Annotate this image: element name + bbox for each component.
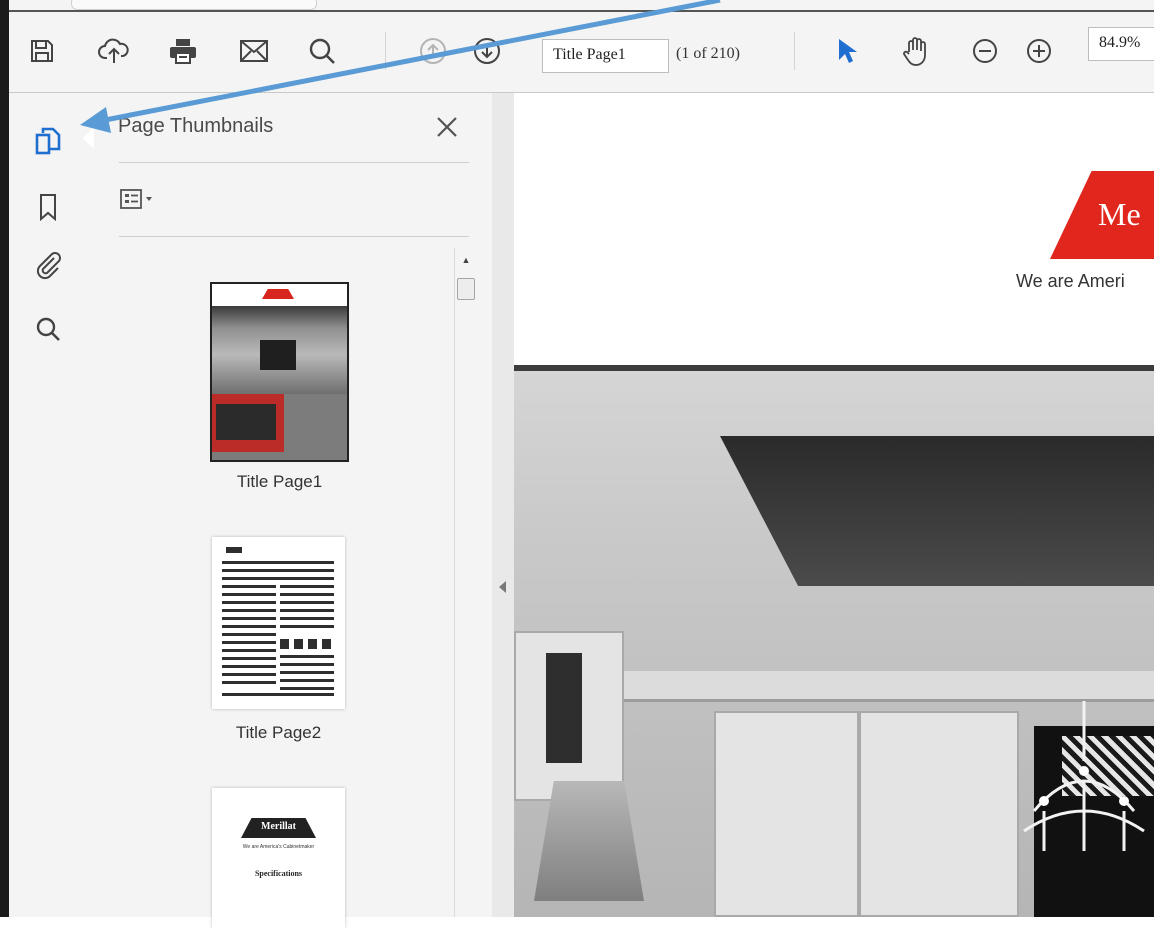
certification-icons xyxy=(280,639,334,649)
text-line xyxy=(280,585,334,588)
text-line xyxy=(222,681,276,684)
text-line xyxy=(280,671,334,674)
close-icon[interactable] xyxy=(430,110,464,144)
zoom-out-icon[interactable] xyxy=(966,32,1004,70)
text-line xyxy=(222,673,276,676)
page-thumbnail-3[interactable]: Merillat We are America's Cabinetmaker S… xyxy=(212,788,345,928)
coffered-ceiling xyxy=(720,436,1154,586)
email-icon[interactable] xyxy=(235,32,273,70)
chandelier xyxy=(1023,701,1145,851)
page-thumbnail-1[interactable] xyxy=(210,282,349,462)
window-edge xyxy=(0,0,9,917)
hand-tool-icon[interactable] xyxy=(897,32,935,70)
print-icon[interactable] xyxy=(164,32,202,70)
text-line xyxy=(222,593,276,596)
text-line xyxy=(280,593,334,596)
search-icon[interactable] xyxy=(303,32,341,70)
navigation-rail xyxy=(9,93,97,917)
text-line xyxy=(222,601,276,604)
next-page-icon[interactable] xyxy=(468,32,506,70)
page-number-input[interactable]: Title Page1 xyxy=(542,39,669,73)
text-line xyxy=(226,547,242,553)
text-line xyxy=(222,577,334,580)
thumbnail-scrollbar[interactable]: ▲ xyxy=(454,248,477,917)
divider xyxy=(119,162,469,163)
toolbar-separator xyxy=(794,32,795,70)
thumbnail-doorway xyxy=(260,340,296,370)
search-icon[interactable] xyxy=(28,309,68,349)
brand-logo-text: Me xyxy=(1098,196,1141,232)
text-line xyxy=(222,585,276,588)
page-heading: Specifications xyxy=(254,869,303,878)
attachment-icon[interactable] xyxy=(28,245,68,285)
upload-icon[interactable] xyxy=(95,32,133,70)
pantry-cabinet xyxy=(714,711,859,917)
text-line xyxy=(280,609,334,612)
previous-page-icon[interactable] xyxy=(414,32,452,70)
text-line xyxy=(280,617,334,620)
text-line xyxy=(222,649,276,652)
thumbnail-label: Title Page2 xyxy=(235,723,322,742)
divider xyxy=(119,236,469,237)
text-line xyxy=(280,687,334,690)
collapse-panel-arrow[interactable] xyxy=(499,581,506,593)
text-line xyxy=(222,633,276,636)
text-line xyxy=(222,657,276,660)
document-view[interactable]: Me We are Ameri xyxy=(514,93,1154,917)
text-line xyxy=(280,655,334,658)
toolbar: Title Page1 (1 of 210) xyxy=(9,12,1154,93)
thumbnail-title-box xyxy=(216,404,276,440)
text-line xyxy=(222,617,276,620)
text-line xyxy=(222,561,334,564)
page-thumbnails-panel: Page Thumbnails Title Page1 Title Page2 … xyxy=(97,93,492,928)
thumbnail-label: Title Page1 xyxy=(236,472,323,491)
pantry-cabinet xyxy=(859,711,1019,917)
kitchen-photo xyxy=(514,371,1154,917)
scroll-up-arrow[interactable]: ▲ xyxy=(455,248,477,272)
panel-splitter[interactable] xyxy=(492,93,514,917)
text-line xyxy=(222,569,334,572)
text-line xyxy=(222,665,276,668)
page-thumbnail-2[interactable] xyxy=(212,537,345,709)
thumbnail-options-button[interactable] xyxy=(119,185,175,215)
upper-cabinet xyxy=(514,631,624,801)
select-tool-icon[interactable] xyxy=(827,32,865,70)
brand-tagline: We are America's Cabinetmaker xyxy=(242,844,315,850)
text-line xyxy=(280,679,334,682)
zoom-in-icon[interactable] xyxy=(1020,32,1058,70)
text-line xyxy=(280,601,334,604)
text-line xyxy=(222,609,276,612)
text-line xyxy=(222,625,276,628)
page-count: (1 of 210) xyxy=(676,45,740,62)
brand-logo-text: Merillat xyxy=(261,821,296,832)
save-icon[interactable] xyxy=(23,32,61,70)
cabinet-glass xyxy=(546,653,582,763)
text-line xyxy=(222,693,334,696)
zoom-input[interactable]: 84.9% xyxy=(1088,27,1154,61)
active-panel-indicator xyxy=(83,127,94,149)
panel-title: Page Thumbnails xyxy=(118,115,274,137)
brand-tagline: We are Ameri xyxy=(1016,271,1125,291)
page-thumbnails-icon[interactable] xyxy=(28,121,68,161)
document-tab[interactable] xyxy=(71,0,317,10)
text-line xyxy=(280,663,334,666)
text-line xyxy=(280,625,334,628)
scroll-thumb[interactable] xyxy=(457,278,475,300)
text-line xyxy=(222,641,276,644)
title-strip xyxy=(9,0,1154,12)
toolbar-separator xyxy=(385,32,386,70)
bookmark-icon[interactable] xyxy=(28,187,68,227)
